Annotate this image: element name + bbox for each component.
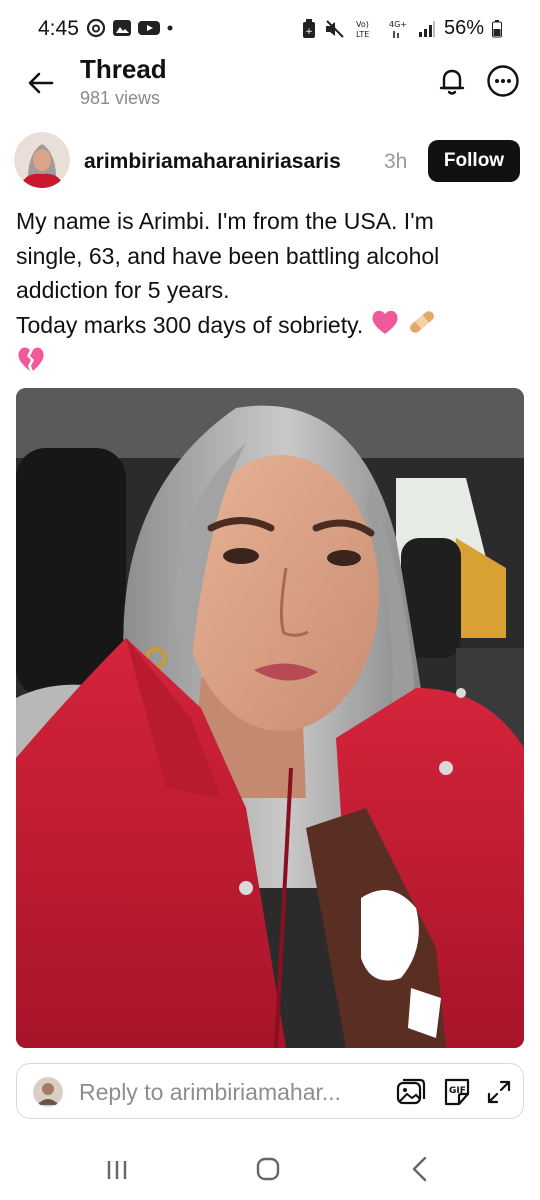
author-username[interactable]: arimbiriamaharaniriasaris [84,150,341,174]
svg-text:4G+: 4G+ [389,20,407,29]
home-icon[interactable] [256,1157,280,1181]
svg-text:LTE: LTE [356,30,369,39]
reply-composer[interactable]: Reply to arimbiriamahar... GIF [16,1063,524,1119]
youtube-notification-icon [138,21,160,35]
battery-saver-icon: + [302,18,315,38]
post-text-line: My name is Arimbi. I'm from the USA. I'm [16,208,434,234]
system-nav-bar [0,1140,540,1200]
post-text-line-emoji [16,345,516,383]
svg-text:Vo): Vo) [356,20,369,29]
follow-button[interactable]: Follow [428,140,520,182]
thread-header: Thread 981 views [0,52,540,116]
gif-icon[interactable]: GIF [441,1076,473,1108]
recent-apps-icon[interactable] [104,1158,130,1182]
post-text-line: Today marks 300 days of sobriety. [16,311,364,338]
dot-icon [167,25,173,31]
back-arrow-icon[interactable] [24,66,58,100]
gallery-icon[interactable] [395,1076,427,1108]
author-avatar[interactable] [14,132,70,188]
bell-icon[interactable] [435,64,469,98]
signal-icon [418,20,435,37]
volte-icon: Vo) LTE [356,20,369,39]
gallery-notification-icon [113,20,131,36]
mute-icon [325,19,344,38]
pink-heart-icon [370,308,400,346]
status-bar: 4:45 + Vo) LTE 4G+ 56% [0,0,540,58]
post-text-line: addiction for 5 years. [16,277,230,303]
nav-back-icon[interactable] [408,1156,432,1182]
battery-percent: 56% [443,17,484,39]
status-time: 4:45 [38,17,79,40]
post-timestamp: 3h [384,150,408,173]
more-options-icon[interactable] [486,64,520,98]
reply-input[interactable]: Reply to arimbiriamahar... [79,1079,341,1106]
svg-text:+: + [305,27,313,37]
post-text-line: single, 63, and have been battling alcoh… [16,242,440,269]
post-body: My name is Arimbi. I'm from the USA. I'm… [16,204,516,383]
battery-icon [492,19,502,37]
post-text-line-with-emoji: Today marks 300 days of sobriety. [16,308,516,346]
view-count: 981 views [80,88,161,108]
network-4g-icon: 4G+ [389,20,407,38]
bandage-icon [406,308,438,346]
current-user-avatar [33,1077,63,1107]
system-icons: + Vo) LTE 4G+ 56% [302,17,502,40]
expand-icon[interactable] [485,1078,513,1106]
svg-text:GIF: GIF [449,1086,466,1096]
post-photo[interactable] [16,388,524,1048]
notification-icons [86,18,174,38]
broken-heart-icon [16,345,46,383]
threads-app-icon [86,18,106,38]
page-title: Thread [80,54,167,84]
